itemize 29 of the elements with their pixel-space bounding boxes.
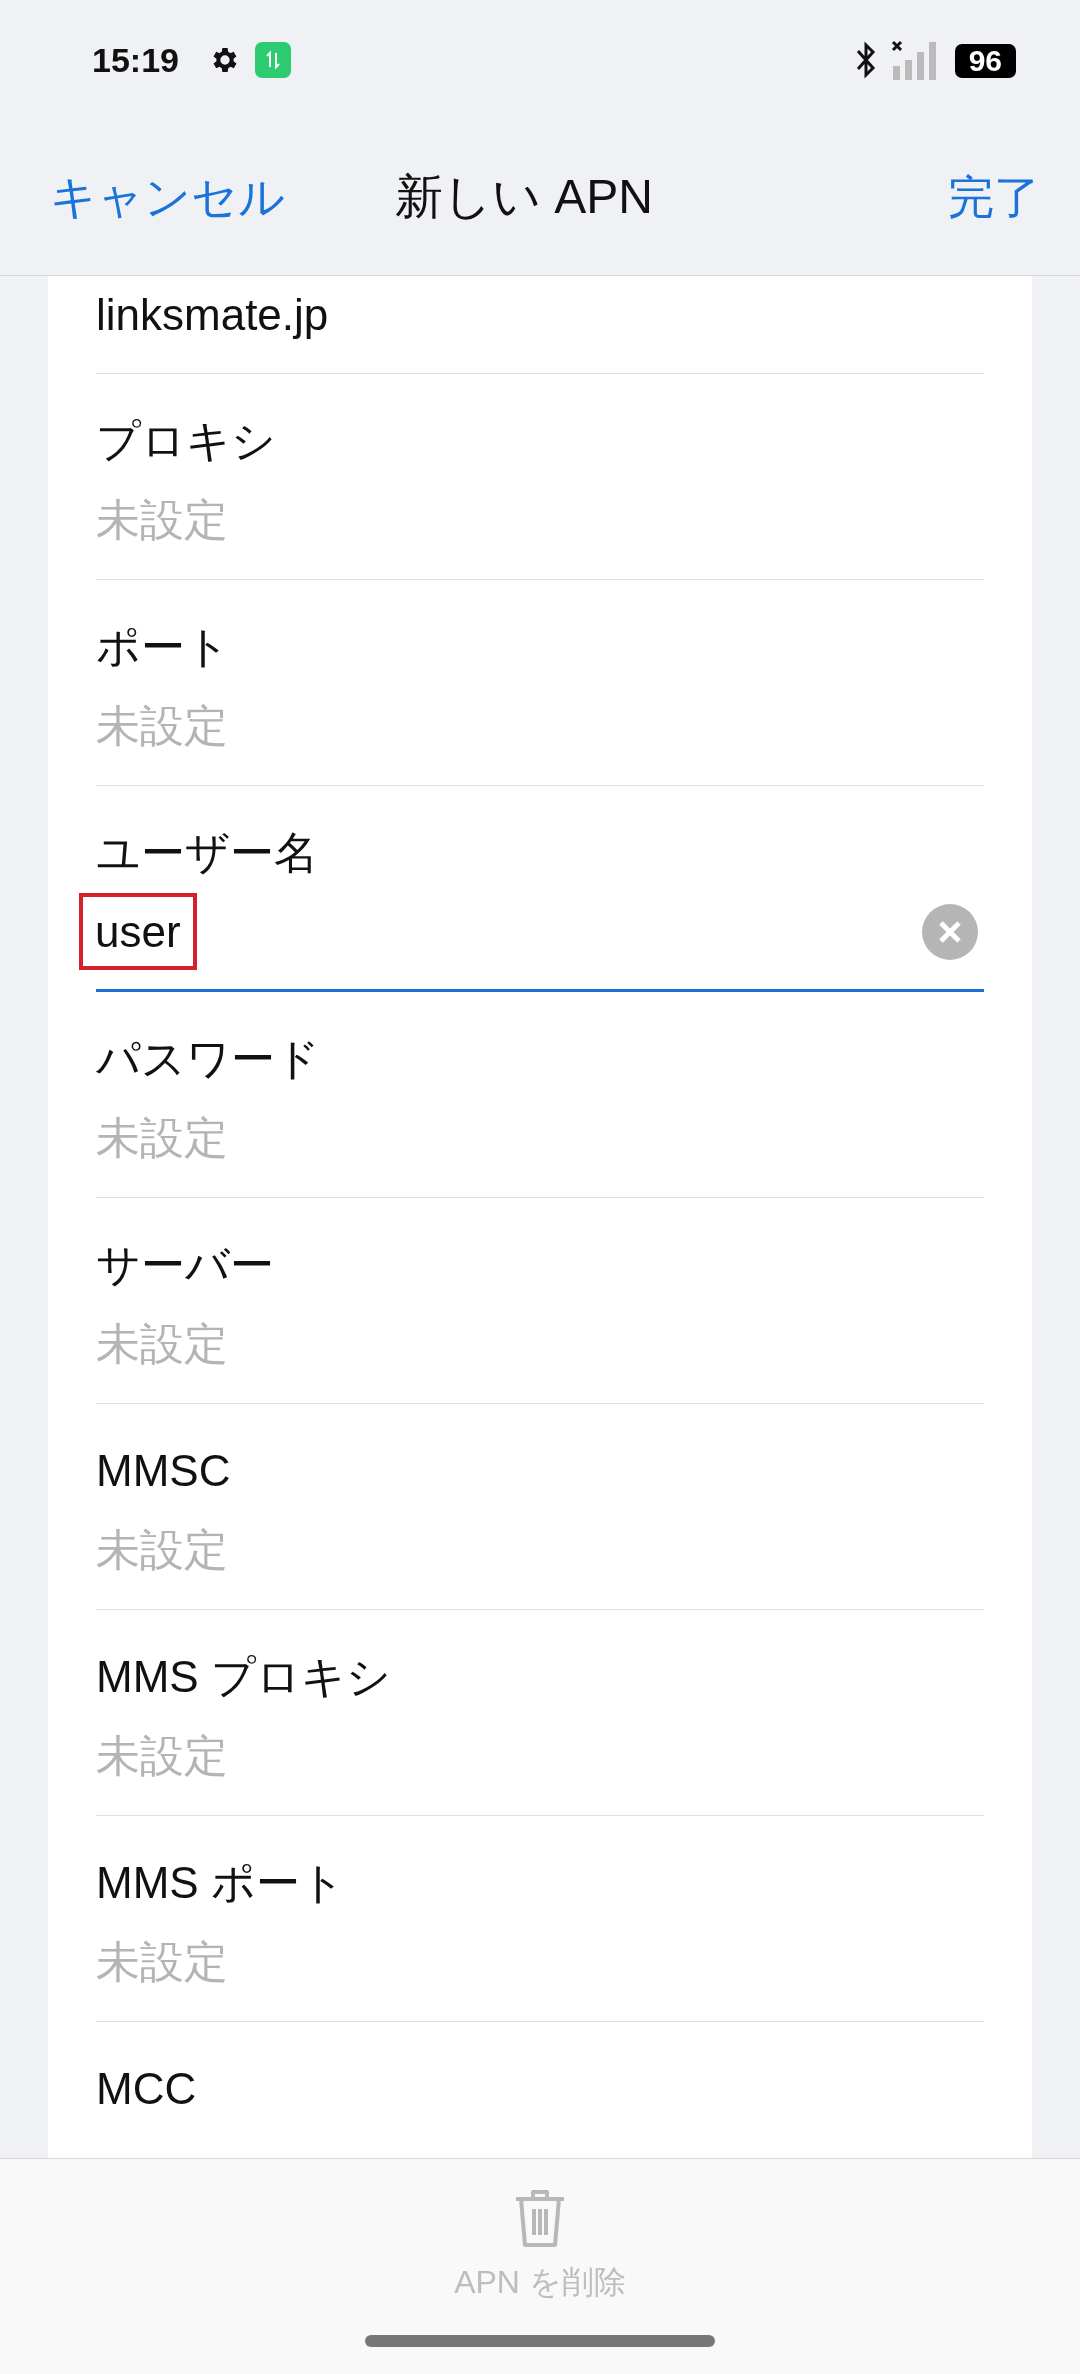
field-placeholder[interactable]: 未設定 [96,1109,228,1166]
field-label: パスワード [96,1033,320,1085]
status-time: 15:19 [92,40,179,81]
clear-button[interactable] [922,903,978,960]
field-placeholder[interactable]: 未設定 [96,1727,228,1784]
cancel-button[interactable]: キャンセル [50,167,285,228]
field-placeholder[interactable]: 未設定 [96,1315,228,1372]
field-placeholder[interactable]: 未設定 [96,697,228,754]
field-label: MMS プロキシ [96,1651,391,1703]
field-label: サーバー [96,1239,274,1291]
field-placeholder[interactable]: 未設定 [96,1933,228,1990]
bluetooth-icon [854,41,877,79]
battery-level: 96 [954,44,1016,78]
field-label: ユーザー名 [96,827,318,879]
signal-icon [890,40,939,80]
field-label: ポート [96,621,230,673]
field-label: MMSC [96,1445,231,1497]
field-value[interactable]: user [79,893,197,970]
trash-icon [513,2187,567,2249]
field-label: プロキシ [96,415,276,467]
screen-title: 新しい APN [395,169,654,226]
field-placeholder[interactable]: 未設定 [96,1521,228,1578]
data-transfer-icon [254,42,291,78]
done-button[interactable]: 完了 [948,167,1040,228]
field-value[interactable]: linksmate.jp [96,286,329,343]
field-label: MCC [96,2063,197,2115]
delete-apn-label[interactable]: APN を削除 [454,2263,626,2302]
field-placeholder[interactable]: 未設定 [96,491,228,548]
field-label: MMS ポート [96,1857,345,1909]
